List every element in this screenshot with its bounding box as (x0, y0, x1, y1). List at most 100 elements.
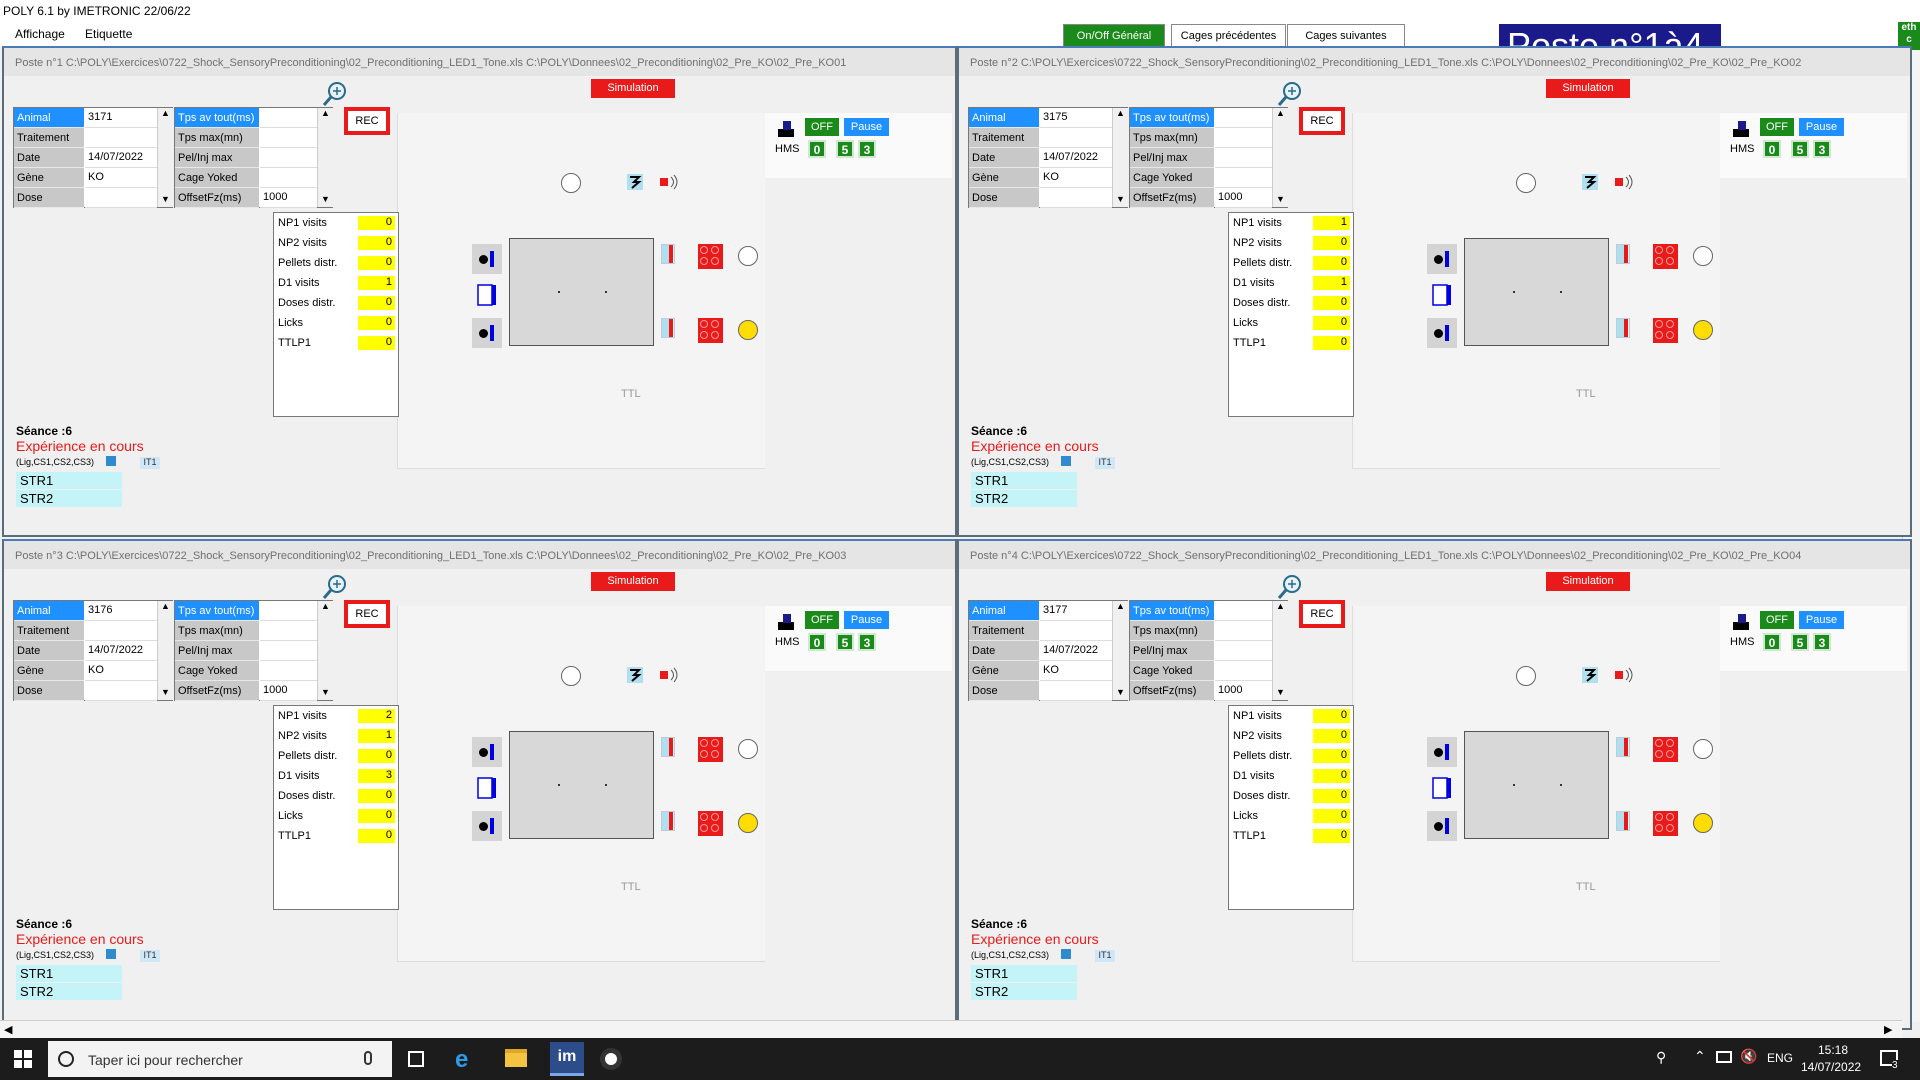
cue-light-2-circle[interactable] (1693, 320, 1713, 340)
clock-time[interactable]: 15:18 (1818, 1043, 1848, 1057)
rec-button[interactable]: REC (344, 600, 390, 628)
str1-field[interactable]: STR1 (971, 965, 1077, 982)
file-explorer-icon[interactable] (505, 1049, 527, 1067)
language-indicator[interactable]: ENG (1767, 1051, 1793, 1065)
scroll-down-icon[interactable]: ▼ (161, 194, 170, 204)
offset-field[interactable]: 1000 (260, 681, 317, 701)
led-2-icon[interactable] (1616, 318, 1630, 338)
scroll-up-icon[interactable]: ▲ (161, 108, 170, 118)
date-field[interactable]: 14/07/2022 (1040, 641, 1112, 661)
animal-field[interactable]: 3171 (85, 108, 157, 128)
pel-inj-max-field[interactable] (260, 148, 317, 168)
windows-start-icon[interactable] (14, 1050, 32, 1068)
stimulus-panel-1-icon[interactable] (1653, 737, 1678, 762)
date-field[interactable]: 14/07/2022 (1040, 148, 1112, 168)
animal-table-scrollbar[interactable]: ▲ ▼ (1112, 601, 1128, 700)
speaker-tone-icon[interactable] (660, 174, 678, 190)
off-button[interactable]: OFF (805, 611, 839, 629)
off-button[interactable]: OFF (805, 118, 839, 136)
horizontal-scrollbar[interactable]: ◀ ▶ (0, 1020, 1902, 1038)
led-1-icon[interactable] (661, 737, 675, 757)
scroll-left-icon[interactable]: ◀ (4, 1023, 12, 1036)
simulation-indicator[interactable]: Simulation (1546, 79, 1630, 98)
dose-field[interactable] (1040, 681, 1112, 701)
microphone-icon[interactable] (364, 1051, 372, 1065)
rec-button[interactable]: REC (1299, 600, 1345, 628)
cue-light-2-circle[interactable] (1693, 813, 1713, 833)
stimulus-panel-2-icon[interactable] (698, 318, 723, 343)
str1-field[interactable]: STR1 (16, 965, 122, 982)
tps-max-field[interactable] (1215, 621, 1272, 641)
show-hidden-icons-chevron[interactable]: ⌃ (1694, 1048, 1706, 1065)
tps-av-tout-field[interactable] (1215, 108, 1272, 128)
str2-field[interactable]: STR2 (971, 490, 1077, 507)
traitement-field[interactable] (1040, 621, 1112, 641)
params-table-scrollbar[interactable]: ▲ ▼ (1272, 601, 1288, 700)
pel-inj-max-field[interactable] (260, 641, 317, 661)
animal-field[interactable]: 3176 (85, 601, 157, 621)
off-button[interactable]: OFF (1760, 118, 1794, 136)
cue-light-1-circle[interactable] (738, 246, 758, 266)
speaker-tone-icon[interactable] (1615, 667, 1633, 683)
pause-button[interactable]: Pause (844, 118, 889, 136)
scroll-down-icon[interactable]: ▼ (321, 194, 330, 204)
previous-cages-button[interactable]: Cages précédentes (1171, 24, 1286, 47)
network-icon[interactable] (1716, 1051, 1732, 1063)
operant-cage[interactable] (509, 238, 654, 346)
house-light-circle[interactable] (1516, 666, 1536, 686)
str1-field[interactable]: STR1 (16, 472, 122, 489)
scroll-down-icon[interactable]: ▼ (321, 687, 330, 697)
pause-button[interactable]: Pause (844, 611, 889, 629)
led-2-icon[interactable] (1616, 811, 1630, 831)
dose-field[interactable] (85, 188, 157, 208)
speaker-tone-icon[interactable] (660, 667, 678, 683)
dose-field[interactable] (1040, 188, 1112, 208)
date-field[interactable]: 14/07/2022 (85, 148, 157, 168)
scroll-down-icon[interactable]: ▼ (161, 687, 170, 697)
simulation-indicator[interactable]: Simulation (1546, 572, 1630, 591)
animal-table-scrollbar[interactable]: ▲ ▼ (157, 601, 173, 700)
led-1-icon[interactable] (1616, 244, 1630, 264)
nose-poke-1-icon[interactable] (472, 737, 502, 767)
gene-field[interactable]: KO (85, 661, 157, 681)
offset-field[interactable]: 1000 (260, 188, 317, 208)
gene-field[interactable]: KO (85, 168, 157, 188)
pel-inj-max-field[interactable] (1215, 641, 1272, 661)
zoom-magnifier-icon[interactable] (322, 81, 348, 107)
menu-etiquette[interactable]: Etiquette (85, 27, 132, 41)
scroll-up-icon[interactable]: ▲ (1116, 108, 1125, 118)
animal-table-scrollbar[interactable]: ▲ ▼ (1112, 108, 1128, 207)
cue-light-1-circle[interactable] (1693, 739, 1713, 759)
pause-button[interactable]: Pause (1799, 118, 1844, 136)
rec-button[interactable]: REC (1299, 107, 1345, 135)
offset-field[interactable]: 1000 (1215, 681, 1272, 701)
stimulus-panel-2-icon[interactable] (1653, 318, 1678, 343)
tps-av-tout-field[interactable] (260, 108, 317, 128)
scroll-right-icon[interactable]: ▶ (1884, 1023, 1892, 1036)
animal-field[interactable]: 3175 (1040, 108, 1112, 128)
cage-yoked-field[interactable] (260, 661, 317, 681)
cage-yoked-field[interactable] (260, 168, 317, 188)
operant-cage[interactable] (1464, 238, 1609, 346)
params-table-scrollbar[interactable]: ▲ ▼ (1272, 108, 1288, 207)
scroll-up-icon[interactable]: ▲ (321, 601, 330, 611)
speaker-tone-icon[interactable] (1615, 174, 1633, 190)
pause-button[interactable]: Pause (1799, 611, 1844, 629)
gene-field[interactable]: KO (1040, 168, 1112, 188)
dispenser-icon[interactable] (1432, 284, 1452, 308)
zoom-magnifier-icon[interactable] (1277, 574, 1303, 600)
nose-poke-2-icon[interactable] (472, 811, 502, 841)
menu-affichage[interactable]: Affichage (15, 27, 65, 41)
house-light-circle[interactable] (561, 666, 581, 686)
stimulus-panel-1-icon[interactable] (1653, 244, 1678, 269)
stimulus-panel-2-icon[interactable] (1653, 811, 1678, 836)
next-cages-button[interactable]: Cages suivantes (1287, 24, 1405, 47)
scroll-up-icon[interactable]: ▲ (1276, 108, 1285, 118)
cage-yoked-field[interactable] (1215, 661, 1272, 681)
stimulus-panel-1-icon[interactable] (698, 737, 723, 762)
dispenser-icon[interactable] (477, 284, 497, 308)
shock-icon[interactable] (1582, 667, 1598, 683)
params-table-scrollbar[interactable]: ▲ ▼ (317, 601, 333, 700)
dose-field[interactable] (85, 681, 157, 701)
stimulus-panel-1-icon[interactable] (698, 244, 723, 269)
